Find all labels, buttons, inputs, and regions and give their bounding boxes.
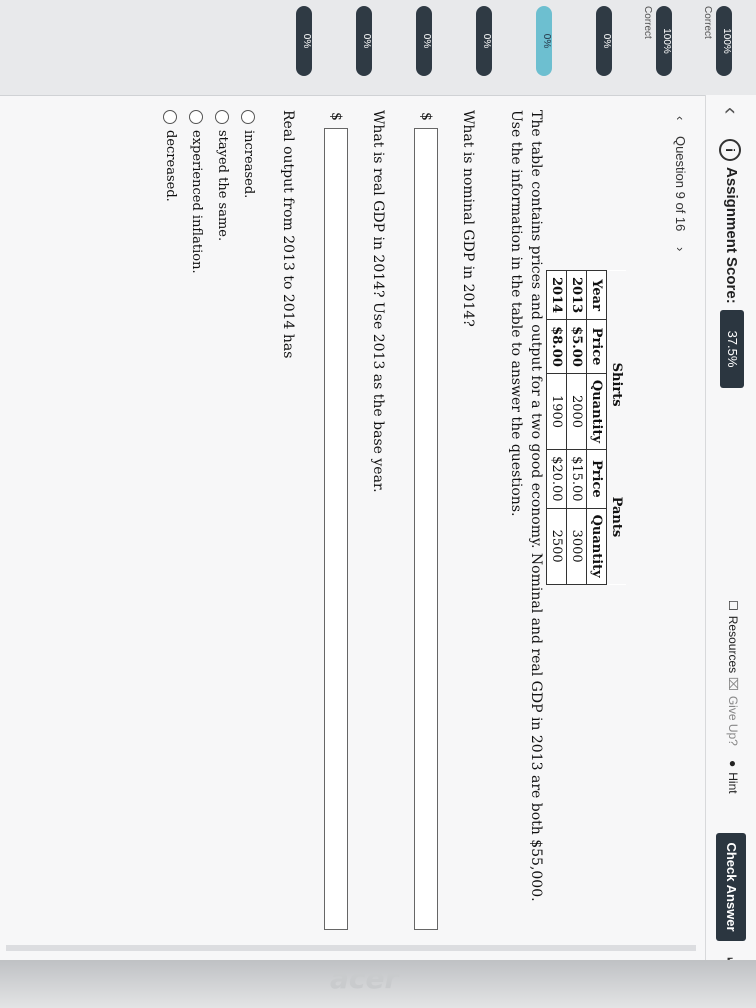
assignment-header: ‹ i Assignment Score: 37.5% ☐ Resources ⌧… xyxy=(705,95,756,960)
dollar-sign: $ xyxy=(328,112,344,121)
col-price: Price xyxy=(586,319,607,374)
cell-year: 2013 xyxy=(566,270,587,320)
table-group-shirts: Shirts xyxy=(606,319,626,450)
radio-button[interactable] xyxy=(163,110,178,124)
give-up-label: Give Up? xyxy=(726,695,740,746)
info-icon[interactable]: i xyxy=(719,139,741,161)
acer-logo: acer xyxy=(330,962,399,995)
option-inflation[interactable]: experienced inflation. xyxy=(189,110,204,274)
question-nav: ‹ Question 9 of 16 › xyxy=(673,110,688,257)
option-decreased[interactable]: decreased. xyxy=(163,110,178,202)
col-quantity: Quantity xyxy=(586,373,607,450)
rail-status: Correct xyxy=(642,6,653,39)
cell-price: $20.00 xyxy=(546,449,567,509)
cell-price: $15.00 xyxy=(566,449,587,509)
hint-label: Hint xyxy=(726,772,740,794)
rail-score: 0% xyxy=(296,6,312,76)
radio-button[interactable] xyxy=(215,110,230,124)
rail-item[interactable]: 0% xyxy=(382,6,436,89)
rail-score: 0% xyxy=(356,6,372,76)
question-counter: Question 9 of 16 xyxy=(673,135,688,232)
question-real-gdp: What is real GDP in 2014? Use 2013 as th… xyxy=(370,110,386,493)
col-year: Year xyxy=(586,270,607,320)
resources-label: Resources xyxy=(726,615,740,674)
option-increased[interactable]: increased. xyxy=(241,110,256,198)
back-chevron-icon[interactable]: ‹ xyxy=(718,107,744,114)
rail-score: 0% xyxy=(416,6,432,76)
option-label: stayed the same. xyxy=(215,130,230,242)
resources-icon: ☐ xyxy=(726,600,740,611)
rail-item[interactable]: 0% xyxy=(502,6,556,89)
score-badge: 37.5% xyxy=(720,310,744,388)
nominal-gdp-input[interactable] xyxy=(414,128,438,930)
option-label: experienced inflation. xyxy=(189,130,204,274)
cell-price: $5.00 xyxy=(566,319,587,374)
question-real-output: Real output from 2013 to 2014 has xyxy=(280,110,296,359)
lightbulb-icon: ● xyxy=(726,760,740,768)
rail-item[interactable]: 0% xyxy=(442,6,496,89)
rail-score: 0% xyxy=(476,6,492,76)
col-quantity: Quantity xyxy=(586,508,607,585)
option-stayed-same[interactable]: stayed the same. xyxy=(215,110,230,241)
radio-button[interactable] xyxy=(189,110,204,124)
dollar-sign: $ xyxy=(418,112,434,121)
real-gdp-input[interactable] xyxy=(324,128,348,930)
app-screen: 100% Correct 100% Correct 0% 0% 0% 0% 0%… xyxy=(0,0,756,960)
hint-button[interactable]: ● Hint xyxy=(726,760,740,794)
question-nominal-gdp: What is nominal GDP in 2014? xyxy=(460,110,476,327)
cell-quantity: 3000 xyxy=(566,508,587,585)
give-up-button[interactable]: ⌧ Give Up? xyxy=(726,677,740,746)
rail-item[interactable]: 100% Correct xyxy=(682,6,736,89)
table-row: 2014 $8.00 1900 $20.00 2500 xyxy=(546,270,567,585)
scrollbar[interactable] xyxy=(6,945,696,951)
cell-quantity: 2000 xyxy=(566,373,587,450)
question-rail: 100% Correct 100% Correct 0% 0% 0% 0% 0%… xyxy=(0,0,756,96)
cell-year: 2014 xyxy=(546,270,567,320)
cell-price: $8.00 xyxy=(546,319,567,374)
radio-button[interactable] xyxy=(241,110,256,124)
check-answer-button[interactable]: Check Answer xyxy=(716,833,746,941)
option-label: decreased. xyxy=(163,130,178,202)
question-panel: ‹ Question 9 of 16 › Shirts Pants Year P… xyxy=(6,110,696,940)
cell-quantity: 2500 xyxy=(546,508,567,585)
score-label: Assignment Score: xyxy=(723,167,740,304)
cell-quantity: 1900 xyxy=(546,373,567,450)
rail-status: Correct xyxy=(702,6,713,39)
table-row: 2013 $5.00 2000 $15.00 3000 xyxy=(566,270,587,585)
rail-item[interactable]: 100% Correct xyxy=(622,6,676,89)
rail-item[interactable]: 0% xyxy=(562,6,616,89)
option-label: increased. xyxy=(241,130,256,199)
rail-score: 0% xyxy=(596,6,612,76)
table-group-pants: Pants xyxy=(606,449,626,585)
col-price: Price xyxy=(586,449,607,509)
next-question-icon[interactable]: › xyxy=(673,247,688,251)
price-output-table: Shirts Pants Year Price Quantity Price Q… xyxy=(546,270,626,585)
prev-question-icon[interactable]: ‹ xyxy=(673,116,688,120)
rail-item[interactable]: 0% xyxy=(262,6,316,89)
give-up-icon: ⌧ xyxy=(726,677,740,691)
rail-score: 100% xyxy=(716,6,732,76)
rail-score: 100% xyxy=(656,6,672,76)
rail-item[interactable]: 0% xyxy=(322,6,376,89)
rail-score: 0% xyxy=(536,6,552,76)
question-stem: The table contains prices and output for… xyxy=(508,110,544,902)
resources-button[interactable]: ☐ Resources xyxy=(726,600,740,673)
